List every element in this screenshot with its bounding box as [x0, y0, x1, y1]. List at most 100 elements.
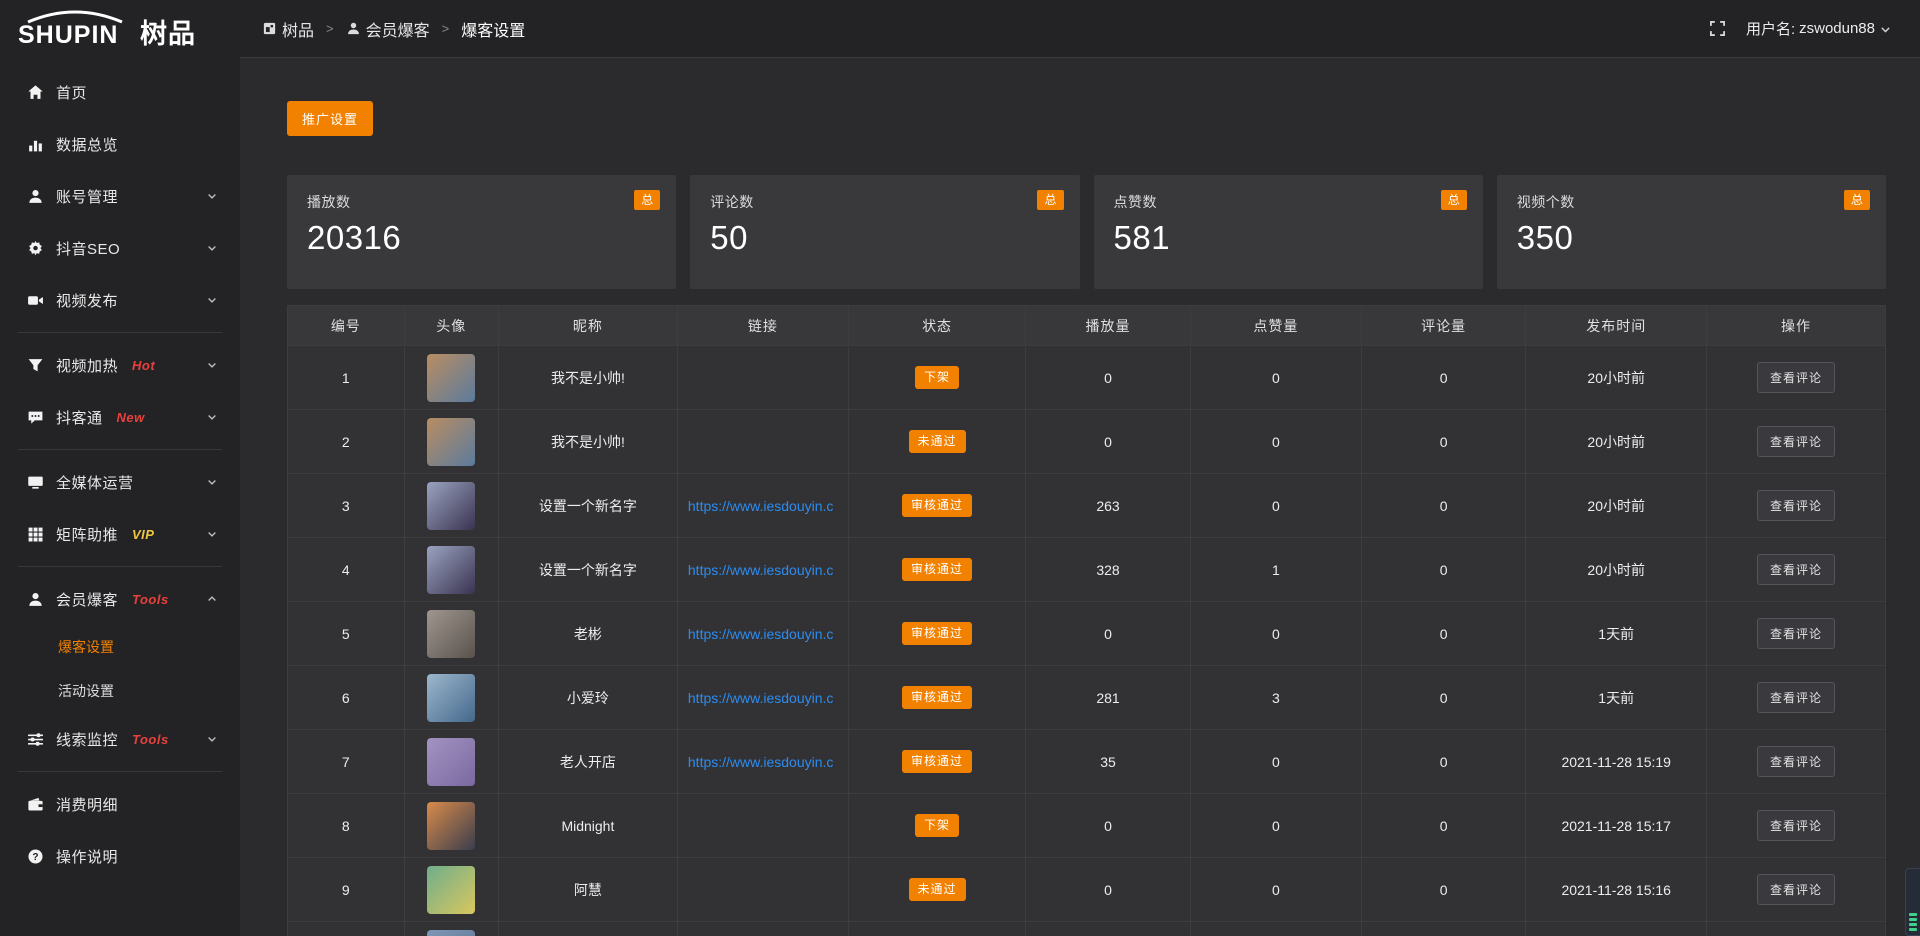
- cell-id: 1: [288, 346, 405, 410]
- bar-chart-icon: [27, 136, 44, 153]
- avatar: [427, 546, 475, 594]
- member-icon: [27, 591, 44, 608]
- sidebar-item[interactable]: 视频加热 Hot: [0, 339, 240, 391]
- sidebar-subitem[interactable]: 爆客设置: [0, 625, 240, 669]
- sidebar-item[interactable]: 矩阵助推 VIP: [0, 508, 240, 560]
- cell-status: 未通过: [848, 858, 1025, 922]
- sidebar-divider: [18, 771, 222, 772]
- cell-id: 3: [288, 474, 405, 538]
- status-badge: 审核通过: [902, 622, 972, 645]
- sidebar-item[interactable]: ? 操作说明: [0, 830, 240, 882]
- chevron-down-icon: [206, 528, 218, 540]
- sidebar-item[interactable]: 视频发布: [0, 274, 240, 326]
- cell-status: 下架: [848, 346, 1025, 410]
- total-badge: 总: [1844, 190, 1870, 210]
- breadcrumb-item-current: 爆客设置: [461, 17, 525, 41]
- view-comments-button[interactable]: 查看评论: [1757, 746, 1835, 777]
- video-table: 编号头像昵称链接状态播放量点赞量评论量发布时间操作 1 我不是小帅! 下架 0 …: [287, 305, 1886, 936]
- cell-id: 6: [288, 666, 405, 730]
- cell-action: 查看评论: [1706, 346, 1885, 410]
- video-icon: [27, 292, 44, 309]
- sidebar-item[interactable]: 数据总览: [0, 118, 240, 170]
- breadcrumb-label: 会员爆客: [366, 17, 430, 41]
- cell-link: https://www.iesdouyin.c: [677, 666, 848, 730]
- cell-action: 查看评论: [1706, 730, 1885, 794]
- chevron-down-icon: [206, 733, 218, 745]
- sidebar-item[interactable]: 全媒体运营: [0, 456, 240, 508]
- cell-nickname: 设置一个新名字: [498, 474, 677, 538]
- sidebar-item[interactable]: 消费明细: [0, 778, 240, 830]
- avatar: [427, 482, 475, 530]
- video-link[interactable]: https://www.iesdouyin.c: [678, 690, 848, 706]
- cell-link: [677, 858, 848, 922]
- video-link[interactable]: https://www.iesdouyin.c: [678, 626, 848, 642]
- total-badge: 总: [1441, 190, 1467, 210]
- chevron-down-icon: [206, 294, 218, 306]
- chevron-down-icon: [206, 359, 218, 371]
- wallet-icon: [27, 796, 44, 813]
- logo-text: 树品: [140, 20, 196, 48]
- sidebar-item[interactable]: 抖客通 New: [0, 391, 240, 443]
- stat-cards: 播放数 20316 总 评论数 50 总 点赞数 581 总 视频个数 350 …: [287, 175, 1886, 289]
- cell-link: [677, 346, 848, 410]
- cell-time: 2021-11-28 15:19: [1526, 730, 1707, 794]
- column-header: 发布时间: [1526, 306, 1707, 346]
- view-comments-button[interactable]: 查看评论: [1757, 426, 1835, 457]
- table-row: 1 我不是小帅! 下架 0 0 0 20小时前 查看评论: [288, 346, 1886, 410]
- sidebar-item[interactable]: 抖音SEO: [0, 222, 240, 274]
- chevron-down-icon: [206, 190, 218, 202]
- fullscreen-icon[interactable]: [1709, 20, 1726, 37]
- menu-badge: New: [117, 410, 145, 425]
- column-header: 编号: [288, 306, 405, 346]
- cell-id: 4: [288, 538, 405, 602]
- floating-widget[interactable]: [1905, 868, 1920, 936]
- view-comments-button[interactable]: 查看评论: [1757, 490, 1835, 521]
- breadcrumb-item-home[interactable]: 树品: [262, 17, 314, 41]
- sidebar-subitem[interactable]: 活动设置: [0, 669, 240, 713]
- monitor-icon: [27, 474, 44, 491]
- table-row: 2 我不是小帅! 未通过 0 0 0 20小时前 查看评论: [288, 410, 1886, 474]
- cell-comments: 0: [1361, 666, 1526, 730]
- cell-status: [848, 922, 1025, 936]
- cell-nickname: 阿慧: [498, 858, 677, 922]
- video-link[interactable]: https://www.iesdouyin.c: [678, 498, 848, 514]
- cell-action: 查看评论: [1706, 858, 1885, 922]
- status-badge: 未通过: [909, 878, 966, 901]
- stat-value: 20316: [307, 219, 656, 257]
- sidebar-item[interactable]: 首页: [0, 66, 240, 118]
- cell-comments: 0: [1361, 730, 1526, 794]
- view-comments-button[interactable]: 查看评论: [1757, 682, 1835, 713]
- sidebar-item[interactable]: 会员爆客 Tools: [0, 573, 240, 625]
- sidebar-item[interactable]: 线索监控 Tools: [0, 713, 240, 765]
- person-icon: [346, 21, 361, 36]
- video-link[interactable]: https://www.iesdouyin.c: [678, 562, 848, 578]
- view-comments-button[interactable]: 查看评论: [1757, 874, 1835, 905]
- home-icon: [27, 84, 44, 101]
- cell-status: 审核通过: [848, 666, 1025, 730]
- cell-time: [1526, 922, 1707, 936]
- username-label: 用户名:: [1746, 18, 1795, 39]
- sidebar-item[interactable]: 账号管理: [0, 170, 240, 222]
- total-badge: 总: [1037, 190, 1063, 210]
- cell-nickname: 老彬: [498, 602, 677, 666]
- cell-time: 20小时前: [1526, 474, 1707, 538]
- breadcrumb-item-member[interactable]: 会员爆客: [346, 17, 430, 41]
- cell-likes: 0: [1190, 602, 1361, 666]
- cell-time: 2021-11-28 15:16: [1526, 858, 1707, 922]
- view-comments-button[interactable]: 查看评论: [1757, 618, 1835, 649]
- cell-id: 7: [288, 730, 405, 794]
- breadcrumb-label: 树品: [282, 17, 314, 41]
- menu-badge: Hot: [132, 358, 155, 373]
- stat-value: 50: [710, 219, 1059, 257]
- view-comments-button[interactable]: 查看评论: [1757, 810, 1835, 841]
- user-menu[interactable]: 用户名: zswodun88: [1746, 18, 1892, 39]
- cell-link: [677, 922, 848, 936]
- cell-time: 1天前: [1526, 602, 1707, 666]
- view-comments-button[interactable]: 查看评论: [1757, 554, 1835, 585]
- cell-plays: [1026, 922, 1191, 936]
- cell-comments: 0: [1361, 474, 1526, 538]
- view-comments-button[interactable]: 查看评论: [1757, 362, 1835, 393]
- promotion-settings-button[interactable]: 推广设置: [287, 101, 373, 136]
- video-link[interactable]: https://www.iesdouyin.c: [678, 754, 848, 770]
- cell-time: 1天前: [1526, 666, 1707, 730]
